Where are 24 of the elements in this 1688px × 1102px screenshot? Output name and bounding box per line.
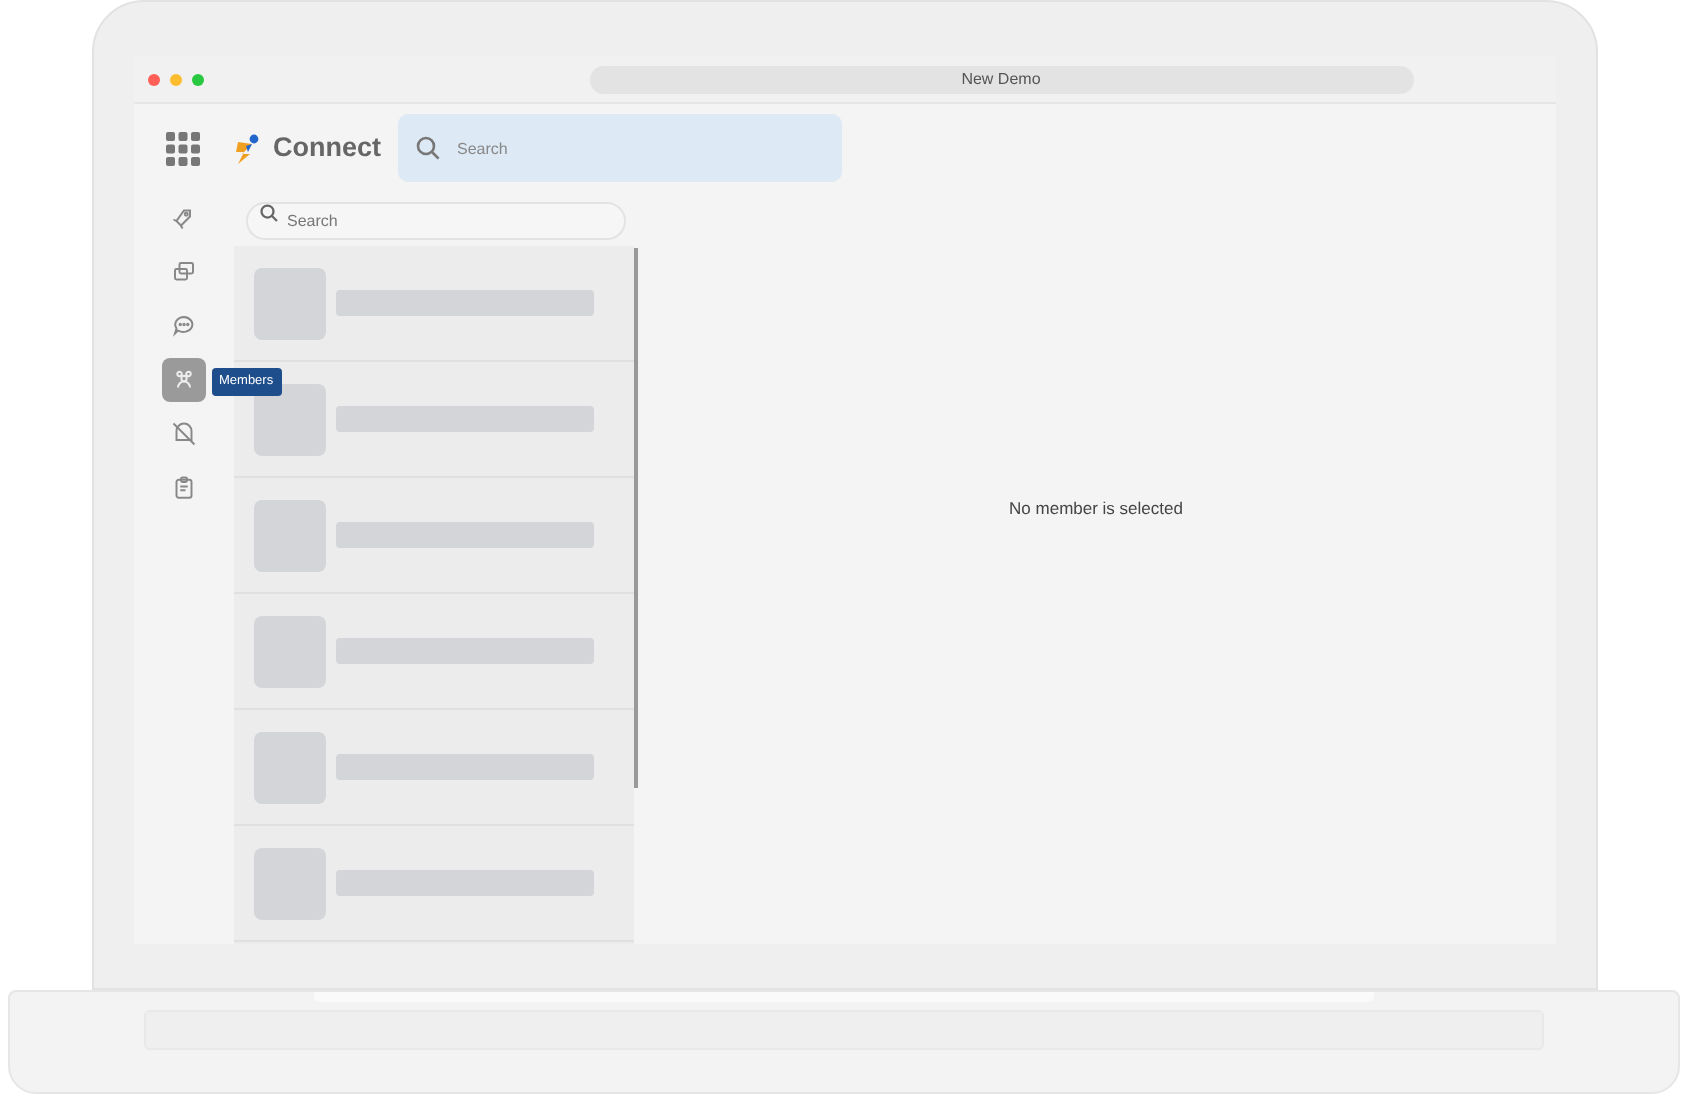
avatar-placeholder	[253, 499, 325, 571]
search-icon	[415, 136, 439, 160]
scrollbar[interactable]	[633, 248, 637, 788]
app-name: Connect	[273, 129, 381, 166]
search-icon	[259, 204, 277, 222]
maximize-button[interactable]	[191, 73, 203, 85]
avatar-placeholder	[253, 615, 325, 687]
nav-button[interactable]	[161, 358, 205, 402]
avatar-placeholder	[253, 383, 325, 455]
address-bar: New Demo	[589, 65, 1413, 93]
clipboard-icon	[171, 476, 195, 500]
avatar-placeholder	[253, 847, 325, 919]
avatar-placeholder	[253, 731, 325, 803]
avatar-placeholder	[253, 267, 325, 339]
runner-logo-icon	[233, 133, 259, 163]
member-search-field[interactable]: Search	[245, 202, 625, 240]
chat-icon	[171, 314, 195, 338]
app-grid-icon[interactable]	[166, 131, 200, 165]
crossed-out-icon	[171, 422, 195, 446]
windows-icon	[171, 260, 195, 284]
search-field[interactable]: Search	[397, 114, 841, 182]
empty-state-message: No member is selected	[1009, 495, 1183, 521]
close-button[interactable]	[147, 73, 159, 85]
people-icon	[171, 368, 195, 392]
